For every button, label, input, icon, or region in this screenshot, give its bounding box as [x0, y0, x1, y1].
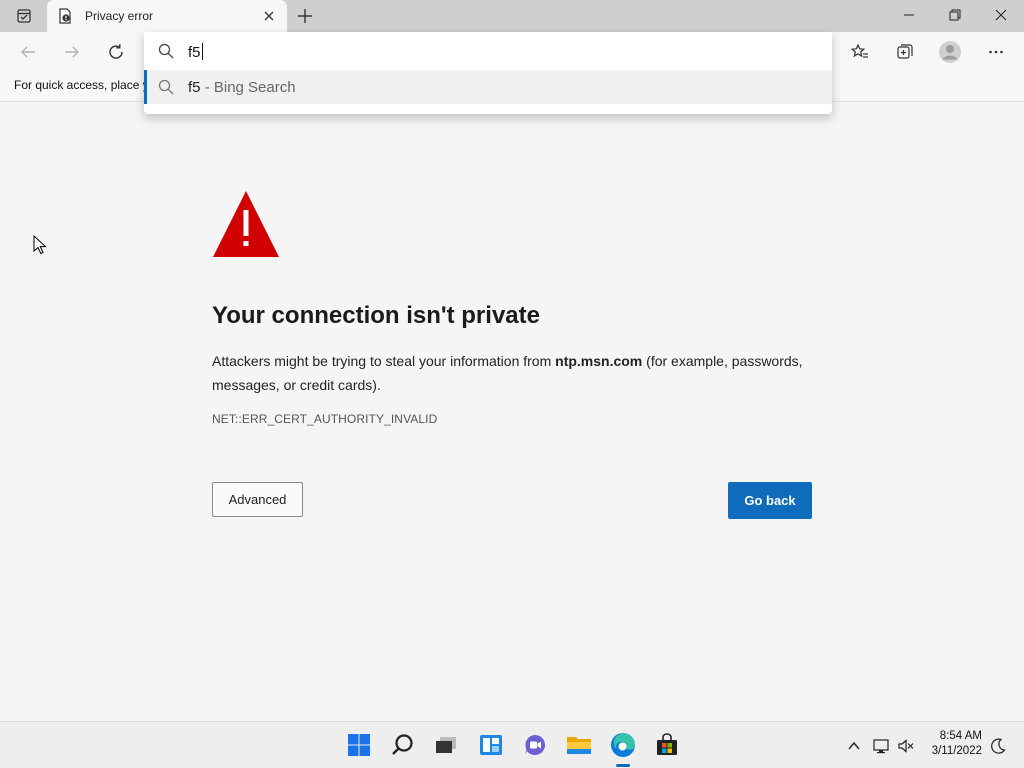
profile-button[interactable]	[934, 36, 966, 68]
volume-button[interactable]	[896, 736, 916, 756]
minimize-button[interactable]	[886, 0, 932, 30]
chevron-up-icon	[848, 741, 860, 750]
back-button[interactable]	[12, 36, 44, 68]
network-status-button[interactable]	[872, 736, 892, 756]
forward-button[interactable]	[56, 36, 88, 68]
favorites-button[interactable]	[844, 36, 876, 68]
avatar	[939, 41, 961, 63]
error-title: Your connection isn't private	[212, 302, 540, 329]
chat-button[interactable]	[521, 731, 549, 759]
close-icon	[995, 9, 1007, 21]
file-explorer-icon	[567, 737, 591, 754]
clock-date: 3/11/2022	[931, 745, 982, 757]
error-code: NET::ERR_CERT_AUTHORITY_INVALID	[212, 412, 438, 426]
suggestion-item[interactable]: f5 - Bing Search	[144, 70, 832, 104]
taskbar-search-button[interactable]	[389, 731, 417, 759]
address-bar-query: f5	[188, 43, 203, 61]
error-description: Attackers might be trying to steal your …	[212, 353, 803, 393]
address-bar-dropdown: f5 f5 - Bing Search	[144, 32, 832, 114]
search-icon	[392, 734, 413, 755]
warning-triangle-icon	[213, 191, 279, 257]
address-bar-input[interactable]: f5	[144, 34, 832, 70]
plus-icon	[298, 9, 312, 23]
store-button[interactable]	[653, 731, 681, 759]
widgets-button[interactable]	[477, 731, 505, 759]
edge-taskbar-button[interactable]	[609, 731, 637, 759]
active-app-indicator	[616, 764, 630, 767]
clock-time: 8:54 AM	[939, 730, 982, 742]
file-explorer-button[interactable]	[565, 731, 593, 759]
collections-icon	[897, 44, 913, 59]
notifications-button[interactable]	[988, 736, 1008, 756]
minimize-icon	[904, 14, 914, 16]
taskbar-clock[interactable]: 8:54 AM 3/11/2022	[932, 729, 982, 759]
text-caret	[201, 43, 203, 60]
close-tab-icon[interactable]	[261, 8, 277, 24]
widgets-icon	[480, 735, 502, 755]
settings-and-more-button[interactable]	[980, 36, 1012, 68]
store-icon	[657, 733, 677, 755]
show-hidden-icons-button[interactable]	[844, 736, 864, 756]
task-view-button[interactable]	[432, 731, 460, 759]
new-tab-button[interactable]	[294, 5, 316, 27]
mouse-cursor-icon	[33, 235, 47, 255]
arrow-left-icon	[21, 46, 35, 58]
moon-icon	[991, 738, 1006, 754]
start-button[interactable]	[345, 731, 373, 759]
refresh-button[interactable]	[100, 36, 132, 68]
advanced-button[interactable]: Advanced	[212, 482, 303, 517]
more-icon	[989, 50, 1003, 54]
star-list-icon	[851, 43, 868, 58]
arrow-right-icon	[65, 46, 79, 58]
tab-title: Privacy error	[85, 9, 154, 23]
chat-icon	[525, 735, 545, 755]
taskbar: 8:54 AM 3/11/2022	[0, 721, 1024, 768]
tab-actions-button[interactable]	[8, 5, 40, 27]
restore-icon	[949, 9, 961, 21]
collections-button[interactable]	[889, 36, 921, 68]
start-icon	[348, 734, 370, 756]
task-view-icon	[436, 737, 456, 753]
restore-button[interactable]	[932, 0, 978, 30]
refresh-icon	[109, 44, 123, 59]
network-icon	[873, 739, 889, 754]
close-window-button[interactable]	[978, 0, 1024, 30]
tab-strip: Privacy error	[0, 0, 1024, 32]
speaker-muted-icon	[898, 739, 914, 753]
page-warning-icon	[59, 8, 71, 24]
go-back-button[interactable]: Go back	[728, 482, 812, 519]
error-domain: ntp.msn.com	[555, 353, 643, 369]
suggestion-text: f5 - Bing Search	[188, 79, 296, 96]
tab-privacy-error[interactable]: Privacy error	[47, 0, 287, 32]
search-icon	[158, 79, 174, 95]
tab-actions-icon	[17, 9, 31, 23]
favorites-bar-hint: For quick access, place y	[14, 78, 149, 92]
edge-icon	[611, 733, 635, 757]
search-icon	[158, 43, 174, 59]
